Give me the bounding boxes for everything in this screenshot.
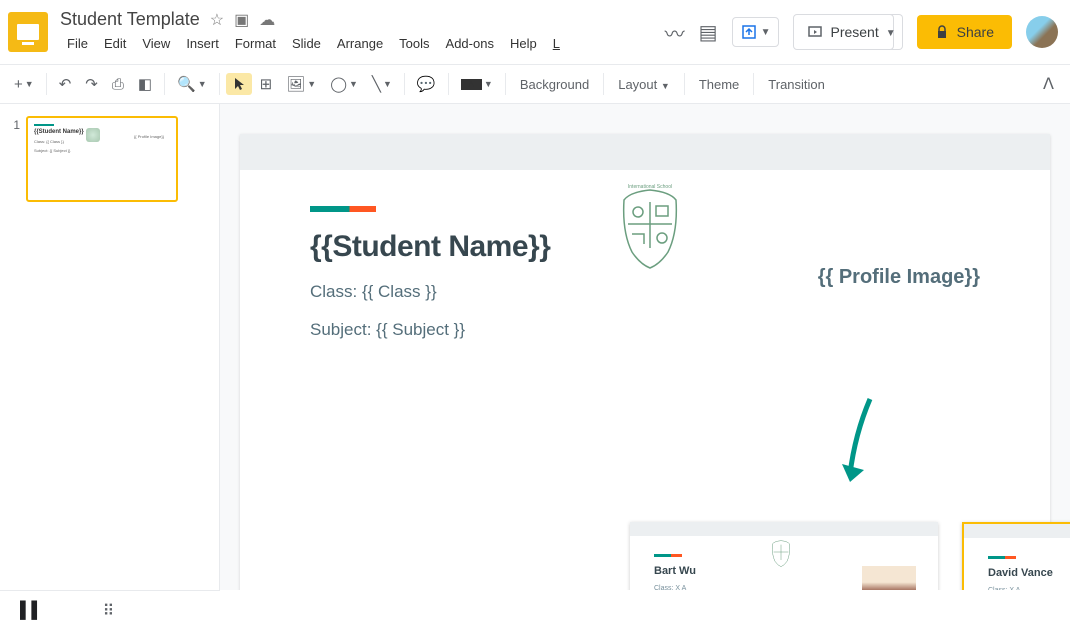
menu-bar: File Edit View Insert Format Slide Arran…: [60, 32, 665, 55]
select-tool[interactable]: [226, 73, 252, 95]
upload-button[interactable]: ▼: [732, 17, 780, 47]
present-button[interactable]: Present: [793, 14, 893, 50]
menu-addons[interactable]: Add-ons: [439, 32, 501, 55]
upload-icon: [741, 24, 757, 40]
print-button[interactable]: ⎙: [106, 72, 130, 97]
menu-help[interactable]: Help: [503, 32, 544, 55]
comments-icon[interactable]: ▤: [699, 20, 718, 45]
lock-icon: [935, 25, 949, 39]
undo-button[interactable]: ↶: [53, 71, 78, 97]
profile-image-placeholder[interactable]: {{ Profile Image}}: [818, 266, 980, 289]
toolbar: + ▼ ↶ ↷ ⎙ ◧ 🔍 ▼ ⊞ 🖼 ▼ ◯ ▼ ╲ ▼ 💬 A ▼ Back…: [0, 64, 1070, 104]
shape-tool[interactable]: ◯ ▼: [324, 71, 364, 97]
menu-insert[interactable]: Insert: [179, 32, 226, 55]
preview-crest-icon: [768, 538, 794, 568]
collapse-toolbar-icon[interactable]: ᐱ: [1035, 70, 1062, 98]
layout-button[interactable]: Layout ▼: [610, 73, 678, 96]
preview-photo: [862, 566, 916, 590]
image-tool[interactable]: 🖼 ▼: [280, 71, 322, 97]
redo-button[interactable]: ↷: [79, 71, 104, 97]
arrow-annotation: [840, 394, 890, 494]
menu-last-edit[interactable]: L: [546, 32, 567, 55]
grid-view-icon[interactable]: ⠿: [103, 601, 115, 621]
fill-button[interactable]: A ▼: [455, 75, 499, 94]
new-slide-button[interactable]: + ▼: [8, 72, 40, 97]
doc-title[interactable]: Student Template: [60, 9, 200, 30]
zoom-button[interactable]: 🔍 ▼: [171, 71, 213, 97]
doc-info: Student Template ☆ ▣ ☁ File Edit View In…: [60, 9, 665, 55]
menu-edit[interactable]: Edit: [97, 32, 133, 55]
menu-view[interactable]: View: [135, 32, 177, 55]
comment-button[interactable]: 💬: [411, 71, 442, 97]
menu-slide[interactable]: Slide: [285, 32, 328, 55]
header-bar: Student Template ☆ ▣ ☁ File Edit View In…: [0, 0, 1070, 64]
line-tool[interactable]: ╲ ▼: [366, 71, 398, 97]
preview-name: David Vance: [988, 567, 1070, 579]
school-crest-icon: International School: [612, 182, 688, 272]
slide-thumbnail-1[interactable]: {{Student Name}} {{ Profile Image}} Clas…: [26, 116, 178, 202]
account-avatar[interactable]: [1026, 16, 1058, 48]
preview-slide-1[interactable]: Bart Wu Class: X A Subject: Maths, Physi…: [630, 522, 938, 590]
menu-arrange[interactable]: Arrange: [330, 32, 390, 55]
thumb-crest-icon: [86, 128, 100, 142]
menu-format[interactable]: Format: [228, 32, 283, 55]
menu-file[interactable]: File: [60, 32, 95, 55]
preview-slide-2[interactable]: David Vance Class: X A Subject: 2: [962, 522, 1070, 590]
theme-button[interactable]: Theme: [691, 73, 747, 96]
preview-row: Bart Wu Class: X A Subject: Maths, Physi…: [630, 522, 1070, 590]
background-button[interactable]: Background: [512, 73, 597, 96]
activity-icon[interactable]: 〰: [665, 18, 685, 47]
thumb-number: 1: [8, 116, 20, 202]
accent-bar: [310, 206, 376, 212]
filmstrip: 1 {{Student Name}} {{ Profile Image}} Cl…: [0, 104, 220, 590]
svg-text:International School: International School: [628, 184, 672, 190]
dropdown-icon: ▼: [761, 27, 771, 38]
transition-button[interactable]: Transition: [760, 73, 833, 96]
share-button[interactable]: Share: [917, 15, 1012, 49]
filmstrip-view-icon[interactable]: ▌▌: [20, 602, 43, 620]
paint-format-button[interactable]: ◧: [132, 71, 158, 97]
bottom-bar: ▌▌ ⠿: [0, 590, 220, 630]
workspace: 1 {{Student Name}} {{ Profile Image}} Cl…: [0, 104, 1070, 590]
slides-logo[interactable]: [8, 12, 48, 52]
present-icon: [808, 25, 822, 39]
canvas[interactable]: {{Student Name}} Class: {{ Class }} Subj…: [220, 104, 1070, 590]
textbox-tool[interactable]: ⊞: [254, 71, 279, 97]
menu-tools[interactable]: Tools: [392, 32, 436, 55]
cloud-icon[interactable]: ☁: [259, 10, 275, 30]
present-dropdown[interactable]: ▼: [880, 14, 903, 50]
subject-field[interactable]: Subject: {{ Subject }}: [310, 320, 980, 340]
star-icon[interactable]: ☆: [210, 10, 224, 30]
preview-class: Class: X A: [988, 587, 1070, 590]
move-icon[interactable]: ▣: [234, 10, 249, 30]
